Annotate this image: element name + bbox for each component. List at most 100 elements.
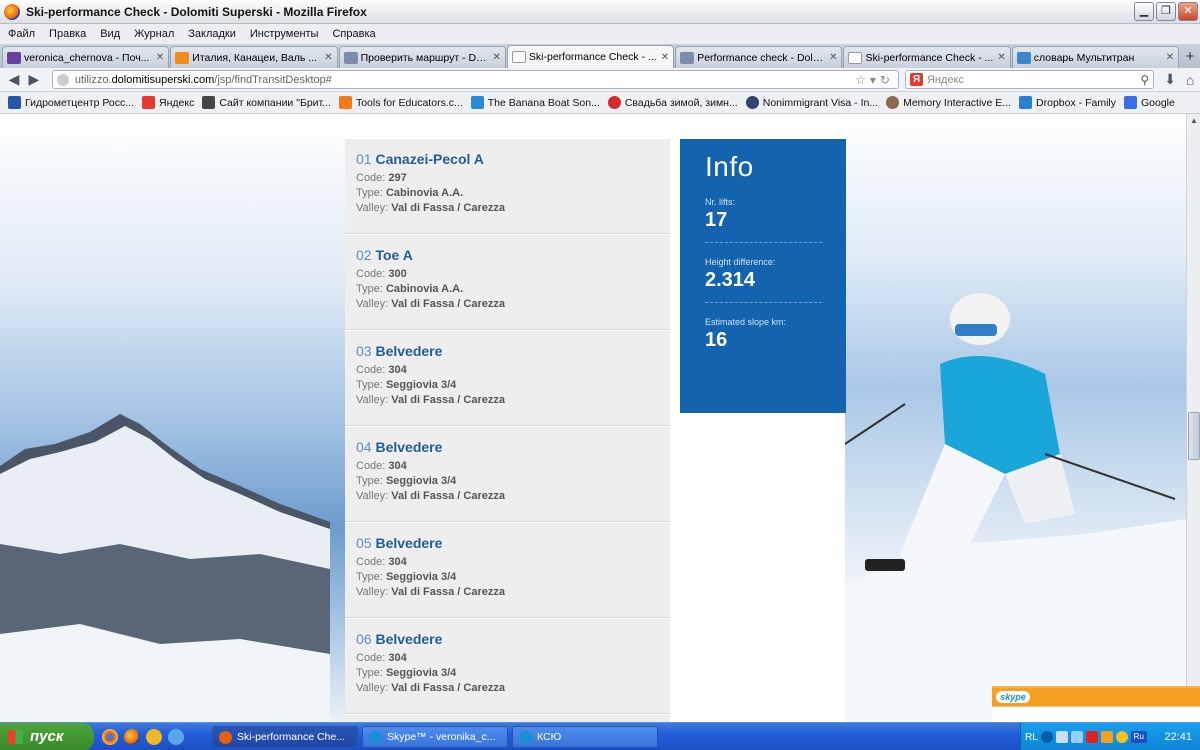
ie-icon[interactable] (168, 729, 184, 745)
info-title: Info (705, 151, 754, 182)
height-difference-label: Height difference: (705, 257, 776, 267)
lift-type: Type: Seggiovia 3/4 (356, 571, 457, 583)
lift-type: Type: Seggiovia 3/4 (356, 475, 457, 487)
tab-2[interactable]: Италия, Канацеи, Валь ... ✕ (170, 46, 338, 68)
scroll-up-icon[interactable]: ▲ (1187, 116, 1200, 125)
lift-code: Code: 304 (356, 652, 407, 664)
menu-file[interactable]: Файл (8, 28, 35, 40)
volume-icon[interactable] (1070, 731, 1083, 743)
skype-tray-icon[interactable] (1115, 731, 1128, 743)
lift-valley: Valley: Val di Fassa / Carezza (356, 682, 505, 694)
menu-view[interactable]: Вид (100, 28, 120, 40)
search-icon[interactable]: ⚲ (1140, 73, 1149, 87)
tab-5[interactable]: Performance check - Dolo... ✕ (675, 46, 843, 68)
yandex-icon[interactable]: Я (909, 73, 923, 86)
tab-close-icon[interactable]: ✕ (324, 52, 332, 63)
chrome-icon[interactable] (102, 729, 118, 745)
vertical-scrollbar[interactable]: ▲ (1186, 114, 1200, 722)
bookmark-item[interactable]: Memory Interactive E... (886, 96, 1011, 109)
minimize-button[interactable]: ▁ (1134, 2, 1154, 21)
bookmark-item[interactable]: Google (1123, 96, 1175, 109)
tab-close-icon[interactable]: ✕ (829, 52, 837, 63)
bookmark-item[interactable]: Свадьба зимой, зимн... (607, 96, 738, 109)
lift-card: 04 Belvedere Code: 304 Type: Seggiovia 3… (345, 427, 670, 522)
lifts-count-value: 17 (705, 209, 728, 231)
home-icon[interactable]: ⌂ (1180, 72, 1200, 88)
taskbar-firefox[interactable]: Ski-performance Che... (212, 726, 358, 748)
bookmark-icon (8, 96, 21, 109)
language-ru-icon[interactable]: Ru (1130, 731, 1147, 743)
height-difference-value: 2.314 (705, 269, 756, 291)
tab-close-icon[interactable]: ✕ (1166, 52, 1174, 63)
bookmark-item[interactable]: The Banana Boat Son... (470, 96, 600, 109)
tab-3[interactable]: Проверить маршрут - Do... ✕ (338, 46, 506, 68)
skype-icon (369, 730, 382, 744)
scrollbar-thumb[interactable] (1188, 412, 1200, 460)
tab-1[interactable]: veronica_chernova - Поч... ✕ (2, 46, 170, 68)
tab-6[interactable]: Ski-performance Check - ... ✕ (843, 46, 1011, 68)
menu-edit[interactable]: Правка (49, 28, 86, 40)
menu-tools[interactable]: Инструменты (250, 28, 319, 40)
restore-button[interactable]: ❐ (1156, 2, 1176, 21)
taskbar-skype[interactable]: Skype™ - veronika_c... (362, 726, 508, 748)
lift-card (345, 715, 670, 722)
back-button[interactable]: ◀ (4, 71, 24, 88)
menu-bookmarks[interactable]: Закладки (188, 28, 236, 40)
page-icon (511, 51, 526, 63)
search-box[interactable]: Я Яндекс ⚲ (904, 70, 1155, 89)
menu-help[interactable]: Справка (332, 28, 375, 40)
tab-close-icon[interactable]: ✕ (997, 52, 1005, 63)
lift-title[interactable]: 06 Belvedere (356, 631, 670, 647)
tab-close-icon[interactable]: ✕ (156, 52, 164, 63)
bookmarks-bar: Гидрометцентр Росс... Яндекс Сайт компан… (0, 92, 1200, 114)
lift-title[interactable]: 01 Canazei-Pecol A (356, 151, 670, 167)
start-button[interactable]: пуск (0, 723, 94, 750)
bookmark-item[interactable]: Tools for Educators.c... (338, 96, 463, 109)
taskbar-skype-chat[interactable]: КСЮ (512, 726, 658, 748)
menu-bar: Файл Правка Вид Журнал Закладки Инструме… (0, 24, 1200, 44)
tab-close-icon[interactable]: ✕ (493, 52, 501, 63)
lift-title[interactable]: 03 Belvedere (356, 343, 670, 359)
bookmark-item[interactable]: Nonimmigrant Visa - In... (745, 96, 878, 109)
bookmark-item[interactable]: Гидрометцентр Росс... (8, 96, 134, 109)
tab-bar: veronica_chernova - Поч... ✕ Италия, Кана… (0, 44, 1200, 68)
lift-title[interactable]: 02 Toe A (356, 247, 670, 263)
globe-icon (56, 73, 69, 86)
tab-7[interactable]: словарь Мультитран ✕ (1011, 46, 1180, 68)
divider (705, 242, 822, 243)
language-indicator[interactable]: RL (1025, 732, 1038, 743)
music-icon (470, 96, 484, 109)
skype-notification[interactable]: skype (992, 686, 1200, 722)
download-icon[interactable]: ⬇ (1160, 71, 1180, 88)
adobe-icon[interactable] (1085, 731, 1098, 743)
firefox-icon (219, 730, 232, 744)
menu-history[interactable]: Журнал (134, 28, 174, 40)
taskbar: пуск Ski-performance Che... Skype™ - ver… (0, 722, 1200, 750)
lift-title[interactable]: 04 Belvedere (356, 439, 670, 455)
bookmark-item[interactable]: Яндекс (142, 96, 194, 109)
security-icon[interactable] (1100, 731, 1113, 743)
skier-illustration (844, 293, 1186, 722)
lift-card: 01 Canazei-Pecol A Code: 297 Type: Cabin… (345, 139, 670, 234)
firefox-icon[interactable] (124, 729, 140, 745)
network-icon[interactable] (1055, 731, 1068, 743)
bookmark-item[interactable]: Сайт компании "Брит... (202, 96, 331, 109)
forward-button[interactable]: ▶ (24, 71, 44, 88)
app-icon[interactable] (146, 729, 162, 745)
url-actions[interactable]: ☆▾↻ (855, 73, 894, 87)
info-panel: Info Nr. lifts: 17 Height difference: 2.… (671, 139, 846, 413)
site-icon (680, 51, 695, 64)
lift-type: Type: Seggiovia 3/4 (356, 379, 457, 391)
tab-close-icon[interactable]: ✕ (661, 52, 669, 63)
tray-arrow-icon[interactable] (1040, 731, 1053, 743)
close-button[interactable]: ✕ (1178, 2, 1198, 21)
tab-4[interactable]: Ski-performance Check - ... ✕ (506, 45, 675, 68)
url-bar[interactable]: utilizzo. dolomitisuperski.com/jsp/findTr… (51, 70, 899, 89)
lift-type: Type: Cabinovia A.A. (356, 187, 464, 199)
bookmark-item[interactable]: Dropbox - Family (1019, 96, 1116, 109)
new-tab-button[interactable]: + (1180, 46, 1200, 68)
mail-icon (7, 51, 21, 64)
lift-valley: Valley: Val di Fassa / Carezza (356, 202, 505, 214)
lift-title[interactable]: 05 Belvedere (356, 535, 670, 551)
bookmark-icon (142, 96, 156, 109)
